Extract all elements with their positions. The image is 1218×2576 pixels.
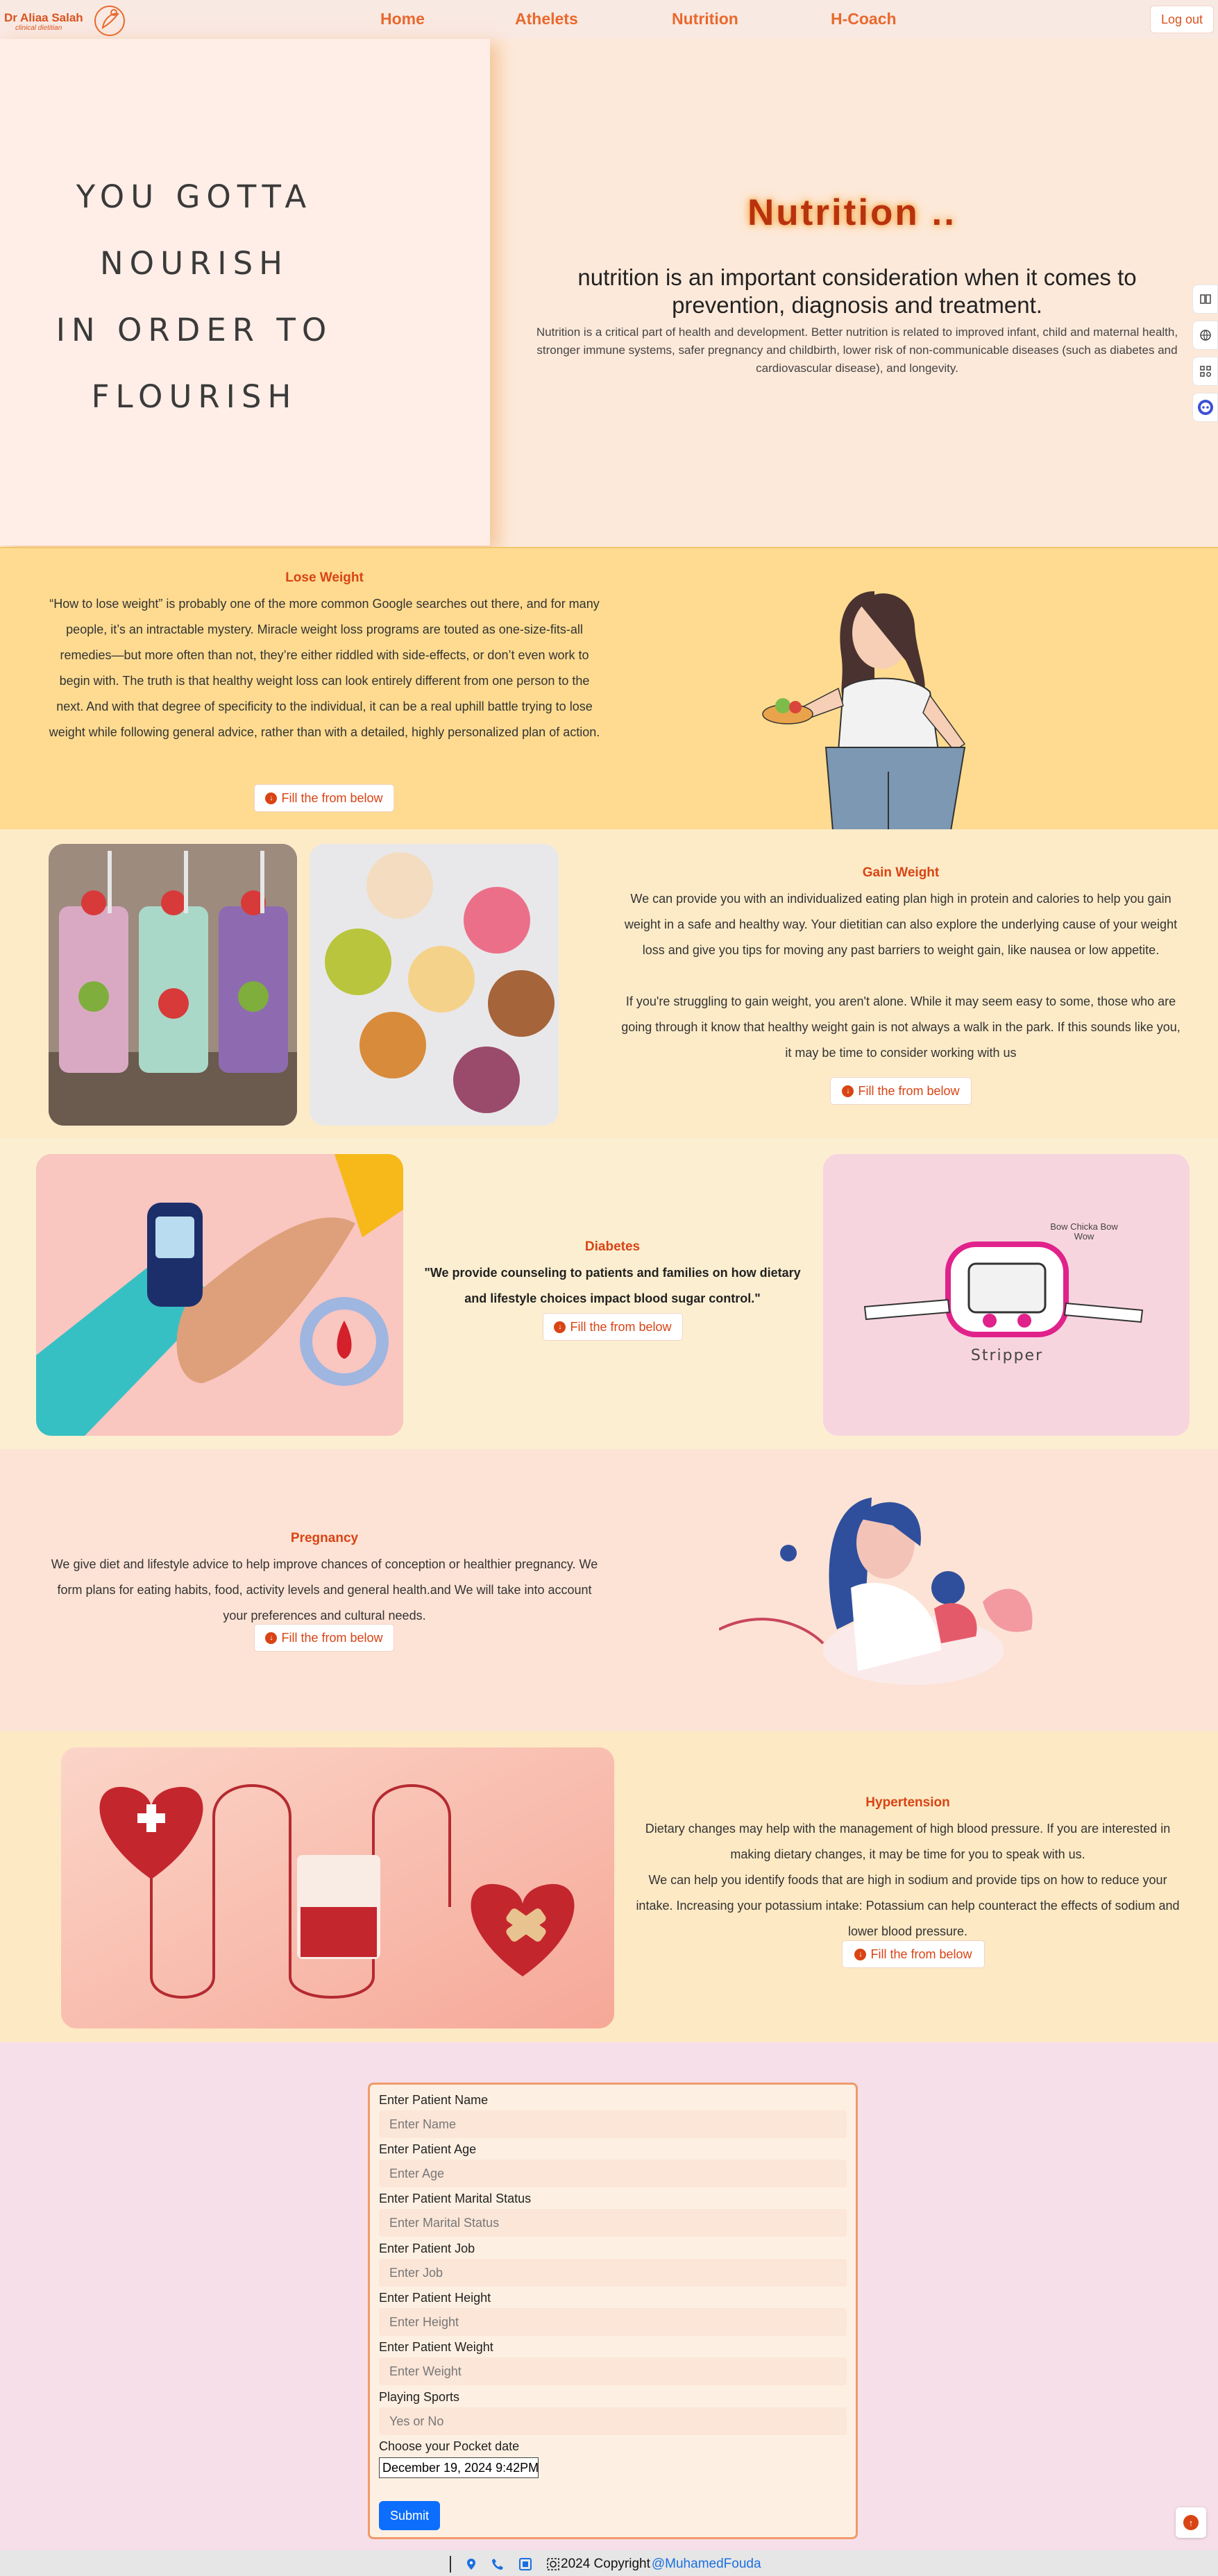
fill-form-button[interactable]: ↓ Fill the from below (543, 1313, 683, 1341)
fill-form-button[interactable]: ↓ Fill the from below (254, 784, 394, 812)
hero-description: Nutrition is a critical part of health a… (536, 325, 1178, 375)
fill-form-button[interactable]: ↓ Fill the from below (842, 1940, 985, 1968)
copyright: 2024 Copyright @MuhamedFouda (547, 2557, 761, 2572)
arrow-down-icon: ↓ (265, 1632, 278, 1644)
nav-link-nutrition[interactable]: Nutrition (672, 10, 738, 28)
hero-quote-line: FLOURISH (91, 378, 298, 415)
phone-icon[interactable] (491, 2558, 504, 2570)
apps-icon[interactable] (1192, 357, 1218, 386)
hero-quote-card: YOU GOTTA NOURISH IN ORDER TO FLOURISH (0, 39, 490, 545)
assistant-icon[interactable] (1192, 393, 1218, 422)
hero-lead: nutrition is an important consideration … (577, 264, 1137, 318)
pocket-date-input[interactable]: December 19, 2024 9:42PM (379, 2457, 539, 2478)
patient-job-label: Enter Patient Job (379, 2242, 475, 2255)
fill-form-button[interactable]: ↓ Fill the from below (254, 1624, 394, 1652)
pregnancy-text: We give diet and lifestyle advice to hel… (51, 1557, 598, 1622)
woman-weight-loss-illustration (762, 591, 966, 831)
graphic-caption: Stripper (970, 1347, 1044, 1364)
scroll-to-top-button[interactable]: ↑ (1176, 2507, 1206, 2538)
nav-link-athelets[interactable]: Athelets (515, 10, 578, 28)
logout-button[interactable]: Log out (1150, 6, 1214, 33)
glucose-meter-illustration (36, 1154, 403, 1436)
diabetes-text: "We provide counseling to patients and f… (424, 1266, 801, 1305)
patient-name-input[interactable]: Enter Name (379, 2110, 847, 2138)
blood-donation-illustration (61, 1747, 614, 2028)
hero-quote-line: IN ORDER TO (56, 312, 333, 348)
gain-weight-text-2: If you're struggling to gain weight, you… (621, 994, 1181, 1060)
fill-form-label: Fill the from below (281, 790, 383, 805)
navbar: Dr Aliaa Salah clinical dietitian Home A… (0, 0, 1218, 39)
arrow-down-icon: ↓ (265, 792, 278, 804)
side-toolbar (1192, 285, 1218, 429)
hero-quote: YOU GOTTA NOURISH IN ORDER TO FLOURISH (0, 164, 389, 430)
dietitian-logo-icon (94, 6, 125, 36)
playing-sports-label: Playing Sports (379, 2390, 460, 2404)
diabetes-section: Diabetes "We provide counseling to patie… (0, 1138, 1218, 1449)
stripper-meter-illustration: Stripper Bow Chicka Bow Wow (823, 1154, 1190, 1436)
graphic-note: Bow Chicka Bow Wow (1050, 1221, 1118, 1242)
pregnancy-section: Pregnancy We give diet and lifestyle adv… (0, 1449, 1218, 1731)
patient-job-input[interactable]: Enter Job (379, 2259, 847, 2287)
patient-name-label: Enter Patient Name (379, 2093, 489, 2107)
arrow-down-icon: ↓ (554, 1321, 566, 1333)
arrow-down-icon: ↓ (842, 1085, 854, 1097)
patient-form: Enter Patient Name Enter Name Enter Pati… (368, 2083, 858, 2539)
pregnancy-title: Pregnancy (290, 1531, 359, 1545)
fill-form-button[interactable]: ↓ Fill the from below (830, 1077, 972, 1105)
gain-weight-section: Gain Weight We can provide you with an i… (0, 829, 1218, 1138)
nav-link-home[interactable]: Home (380, 10, 425, 28)
smoothie-bowls-image (310, 844, 559, 1126)
lose-weight-title: Lose Weight (285, 570, 364, 585)
footer-divider (450, 2556, 451, 2573)
patient-age-input[interactable]: Enter Age (379, 2160, 847, 2187)
copyright-text: 2024 Copyright (561, 2557, 650, 2571)
pregnancy-illustration (719, 1498, 1033, 1685)
logo[interactable]: Dr Aliaa Salah clinical dietitian (4, 3, 129, 36)
logo-subtitle: clinical dietitian (15, 24, 62, 32)
lose-weight-text: “How to lose weight” is probably one of … (49, 597, 600, 739)
fill-form-label: Fill the from below (570, 1319, 672, 1334)
fill-form-label: Fill the from below (858, 1083, 960, 1098)
linkedin-icon[interactable] (519, 2558, 532, 2570)
hypertension-section: Hypertension Dietary changes may help wi… (0, 1731, 1218, 2042)
fill-form-label: Fill the from below (281, 1630, 383, 1645)
hero-quote-line: YOU GOTTA (76, 178, 313, 215)
arrow-up-icon: ↑ (1183, 2515, 1199, 2530)
hero-title: Nutrition .. (747, 192, 956, 233)
footer-row: 2024 Copyright @MuhamedFouda (450, 2556, 761, 2573)
patient-marital-status-label: Enter Patient Marital Status (379, 2192, 532, 2205)
hero-section: YOU GOTTA NOURISH IN ORDER TO FLOURISH N… (0, 39, 1218, 547)
smoothie-jars-image (49, 844, 297, 1126)
gain-weight-title: Gain Weight (862, 865, 940, 880)
globe-icon[interactable] (1192, 321, 1218, 350)
author-link[interactable]: @MuhamedFouda (652, 2557, 761, 2572)
logo-name: Dr Aliaa Salah (4, 11, 83, 24)
patient-weight-input[interactable]: Enter Weight (379, 2357, 847, 2385)
pocket-date-label: Choose your Pocket date (379, 2439, 520, 2453)
hypertension-text-2: We can help you identify foods that are … (636, 1873, 1180, 1938)
hero-quote-line: NOURISH (100, 245, 289, 282)
submit-button[interactable]: Submit (379, 2501, 440, 2530)
patient-age-label: Enter Patient Age (379, 2142, 477, 2156)
nav-link-h-coach[interactable]: H-Coach (831, 10, 897, 28)
copyright-icon (547, 2558, 559, 2570)
patient-marital-status-input[interactable]: Enter Marital Status (379, 2209, 847, 2237)
arrow-down-icon: ↓ (854, 1948, 867, 1960)
diabetes-title: Diabetes (584, 1239, 641, 1254)
hypertension-title: Hypertension (865, 1795, 950, 1810)
hypertension-text-1: Dietary changes may help with the manage… (645, 1822, 1171, 1861)
patient-height-input[interactable]: Enter Height (379, 2308, 847, 2336)
book-icon[interactable] (1192, 285, 1218, 314)
patient-weight-label: Enter Patient Weight (379, 2340, 493, 2354)
lose-weight-section: Lose Weight “How to lose weight” is prob… (0, 547, 1218, 831)
location-icon[interactable] (466, 2558, 476, 2570)
playing-sports-input[interactable]: Yes or No (379, 2407, 847, 2435)
gain-weight-text-1: We can provide you with an individualize… (624, 892, 1178, 957)
fill-form-label: Fill the from below (870, 1947, 972, 1961)
patient-height-label: Enter Patient Height (379, 2291, 491, 2305)
footer: 2024 Copyright @MuhamedFouda (0, 2550, 1218, 2576)
